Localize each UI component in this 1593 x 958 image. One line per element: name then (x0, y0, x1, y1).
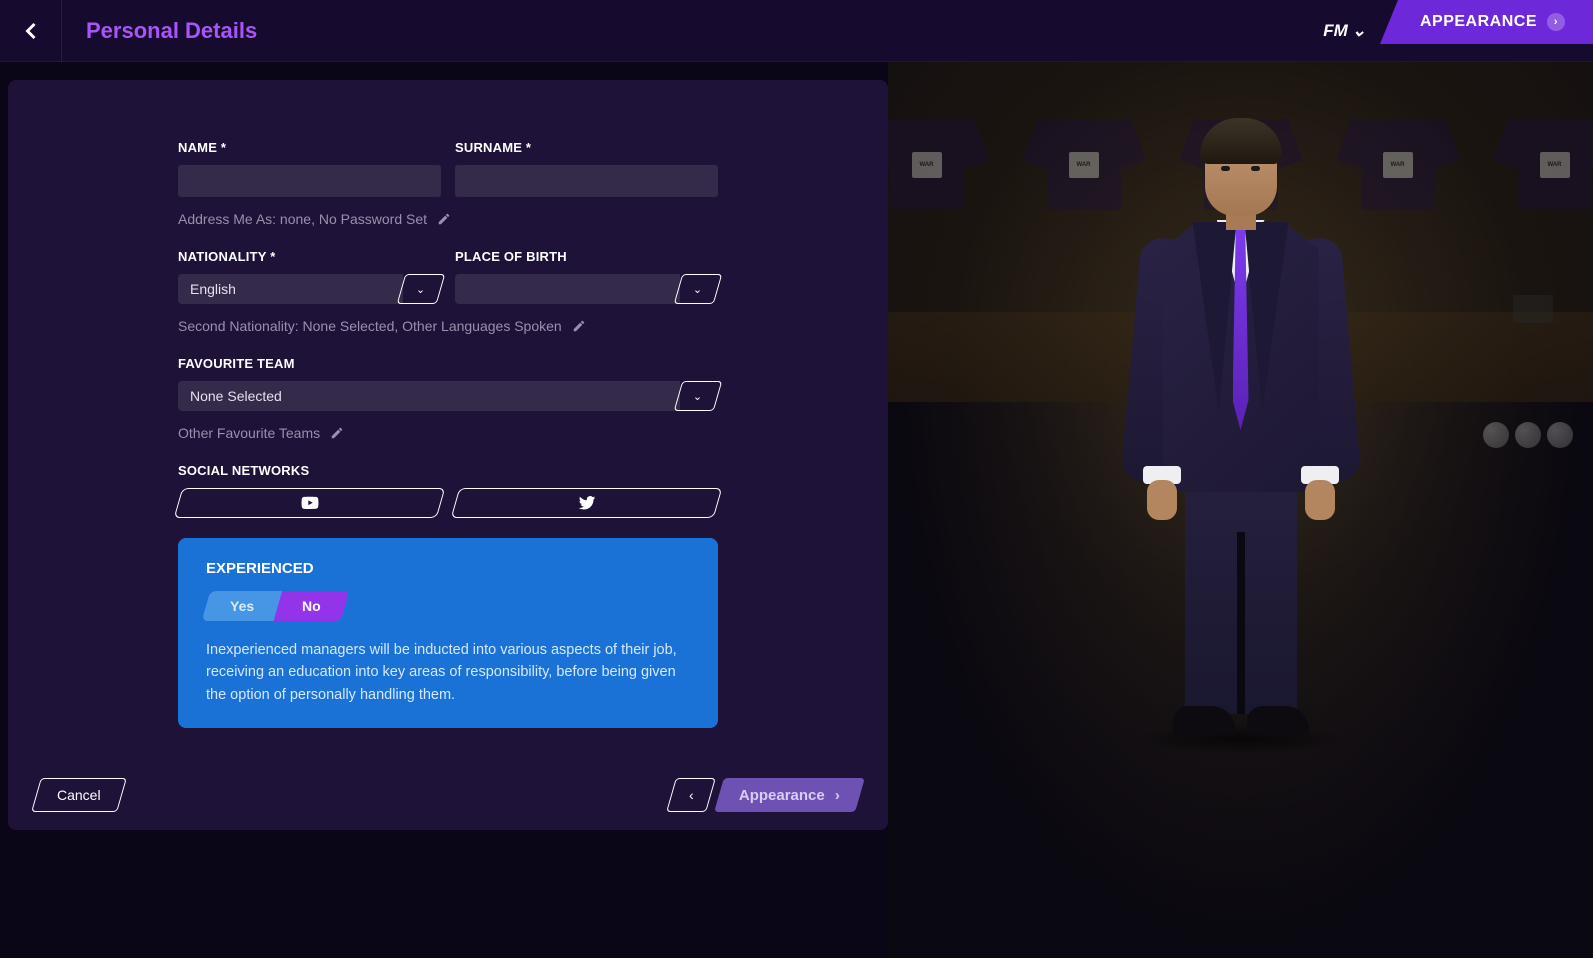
place-of-birth-label: PLACE OF BIRTH (455, 249, 718, 264)
address-me-as-text: Address Me As: none, No Password Set (178, 211, 427, 227)
chevron-down-icon: ⌄ (693, 283, 702, 296)
nationality-value: English (190, 281, 236, 297)
chevron-down-icon: ⌄ (416, 283, 425, 296)
chevron-left-icon: ‹ (689, 787, 694, 803)
favourite-team-dropdown-toggle[interactable]: ⌄ (674, 381, 723, 411)
next-appearance-button[interactable]: Appearance › (714, 778, 865, 812)
experienced-toggle: Yes No (206, 591, 345, 621)
bottom-bar: Cancel ‹ Appearance › (8, 778, 888, 812)
place-of-birth-dropdown-toggle[interactable]: ⌄ (674, 274, 723, 304)
appearance-tab[interactable]: APPEARANCE › (1380, 0, 1593, 44)
appearance-tab-label: APPEARANCE (1420, 13, 1537, 31)
youtube-button[interactable] (174, 488, 446, 518)
surname-input[interactable] (455, 165, 718, 197)
manager-avatar (1101, 102, 1381, 742)
jersey: WAR (888, 112, 982, 212)
nationality-dropdown-toggle[interactable]: ⌄ (397, 274, 446, 304)
edit-second-nationality-button[interactable] (572, 319, 586, 333)
cancel-button[interactable]: Cancel (31, 778, 126, 812)
name-label: NAME * (178, 140, 441, 155)
second-nationality-text: Second Nationality: None Selected, Other… (178, 318, 562, 334)
experienced-box: EXPERIENCED Yes No Inexperienced manager… (178, 538, 718, 728)
fm-label: FM (1323, 21, 1348, 41)
favourite-team-dropdown[interactable]: None Selected (178, 381, 680, 411)
chevron-down-icon: ⌄ (693, 390, 702, 403)
form-panel: NAME * SURNAME * Address Me As: none, No… (8, 80, 888, 830)
experienced-yes-option[interactable]: Yes (202, 591, 283, 621)
pencil-icon (437, 212, 451, 226)
jersey: WAR (1500, 112, 1593, 212)
page-title: Personal Details (86, 18, 257, 44)
pencil-icon (572, 319, 586, 333)
twitter-icon (578, 494, 596, 512)
previous-button[interactable]: ‹ (666, 778, 716, 812)
social-networks-label: SOCIAL NETWORKS (178, 463, 718, 478)
edit-address-me-as-button[interactable] (437, 212, 451, 226)
twitter-button[interactable] (451, 488, 723, 518)
pencil-icon (330, 426, 344, 440)
chevron-right-icon: › (1547, 13, 1565, 31)
arrow-left-icon (17, 17, 45, 45)
chevron-down-icon: ⌄ (1352, 21, 1366, 41)
place-of-birth-dropdown[interactable] (455, 274, 680, 304)
back-button[interactable] (0, 0, 62, 62)
chevron-right-icon: › (835, 787, 840, 804)
experienced-description: Inexperienced managers will be inducted … (206, 639, 690, 706)
fm-dropdown[interactable]: FM ⌄ (1309, 0, 1380, 62)
surname-label: SURNAME * (455, 140, 718, 155)
youtube-icon (301, 494, 319, 512)
nationality-dropdown[interactable]: English (178, 274, 403, 304)
name-input[interactable] (178, 165, 441, 197)
favourite-team-label: FAVOURITE TEAM (178, 356, 718, 371)
tactics-board (1513, 295, 1553, 323)
experienced-label: EXPERIENCED (206, 560, 690, 577)
top-bar: Personal Details FM ⌄ APPEARANCE › (0, 0, 1593, 62)
favourite-team-value: None Selected (190, 388, 282, 404)
footballs (1483, 422, 1573, 448)
edit-other-favourite-teams-button[interactable] (330, 426, 344, 440)
nationality-label: NATIONALITY * (178, 249, 441, 264)
experienced-no-option[interactable]: No (274, 591, 349, 621)
other-favourite-teams-text: Other Favourite Teams (178, 425, 320, 441)
character-preview: WAR WAR WAR WAR WAR (888, 62, 1593, 958)
